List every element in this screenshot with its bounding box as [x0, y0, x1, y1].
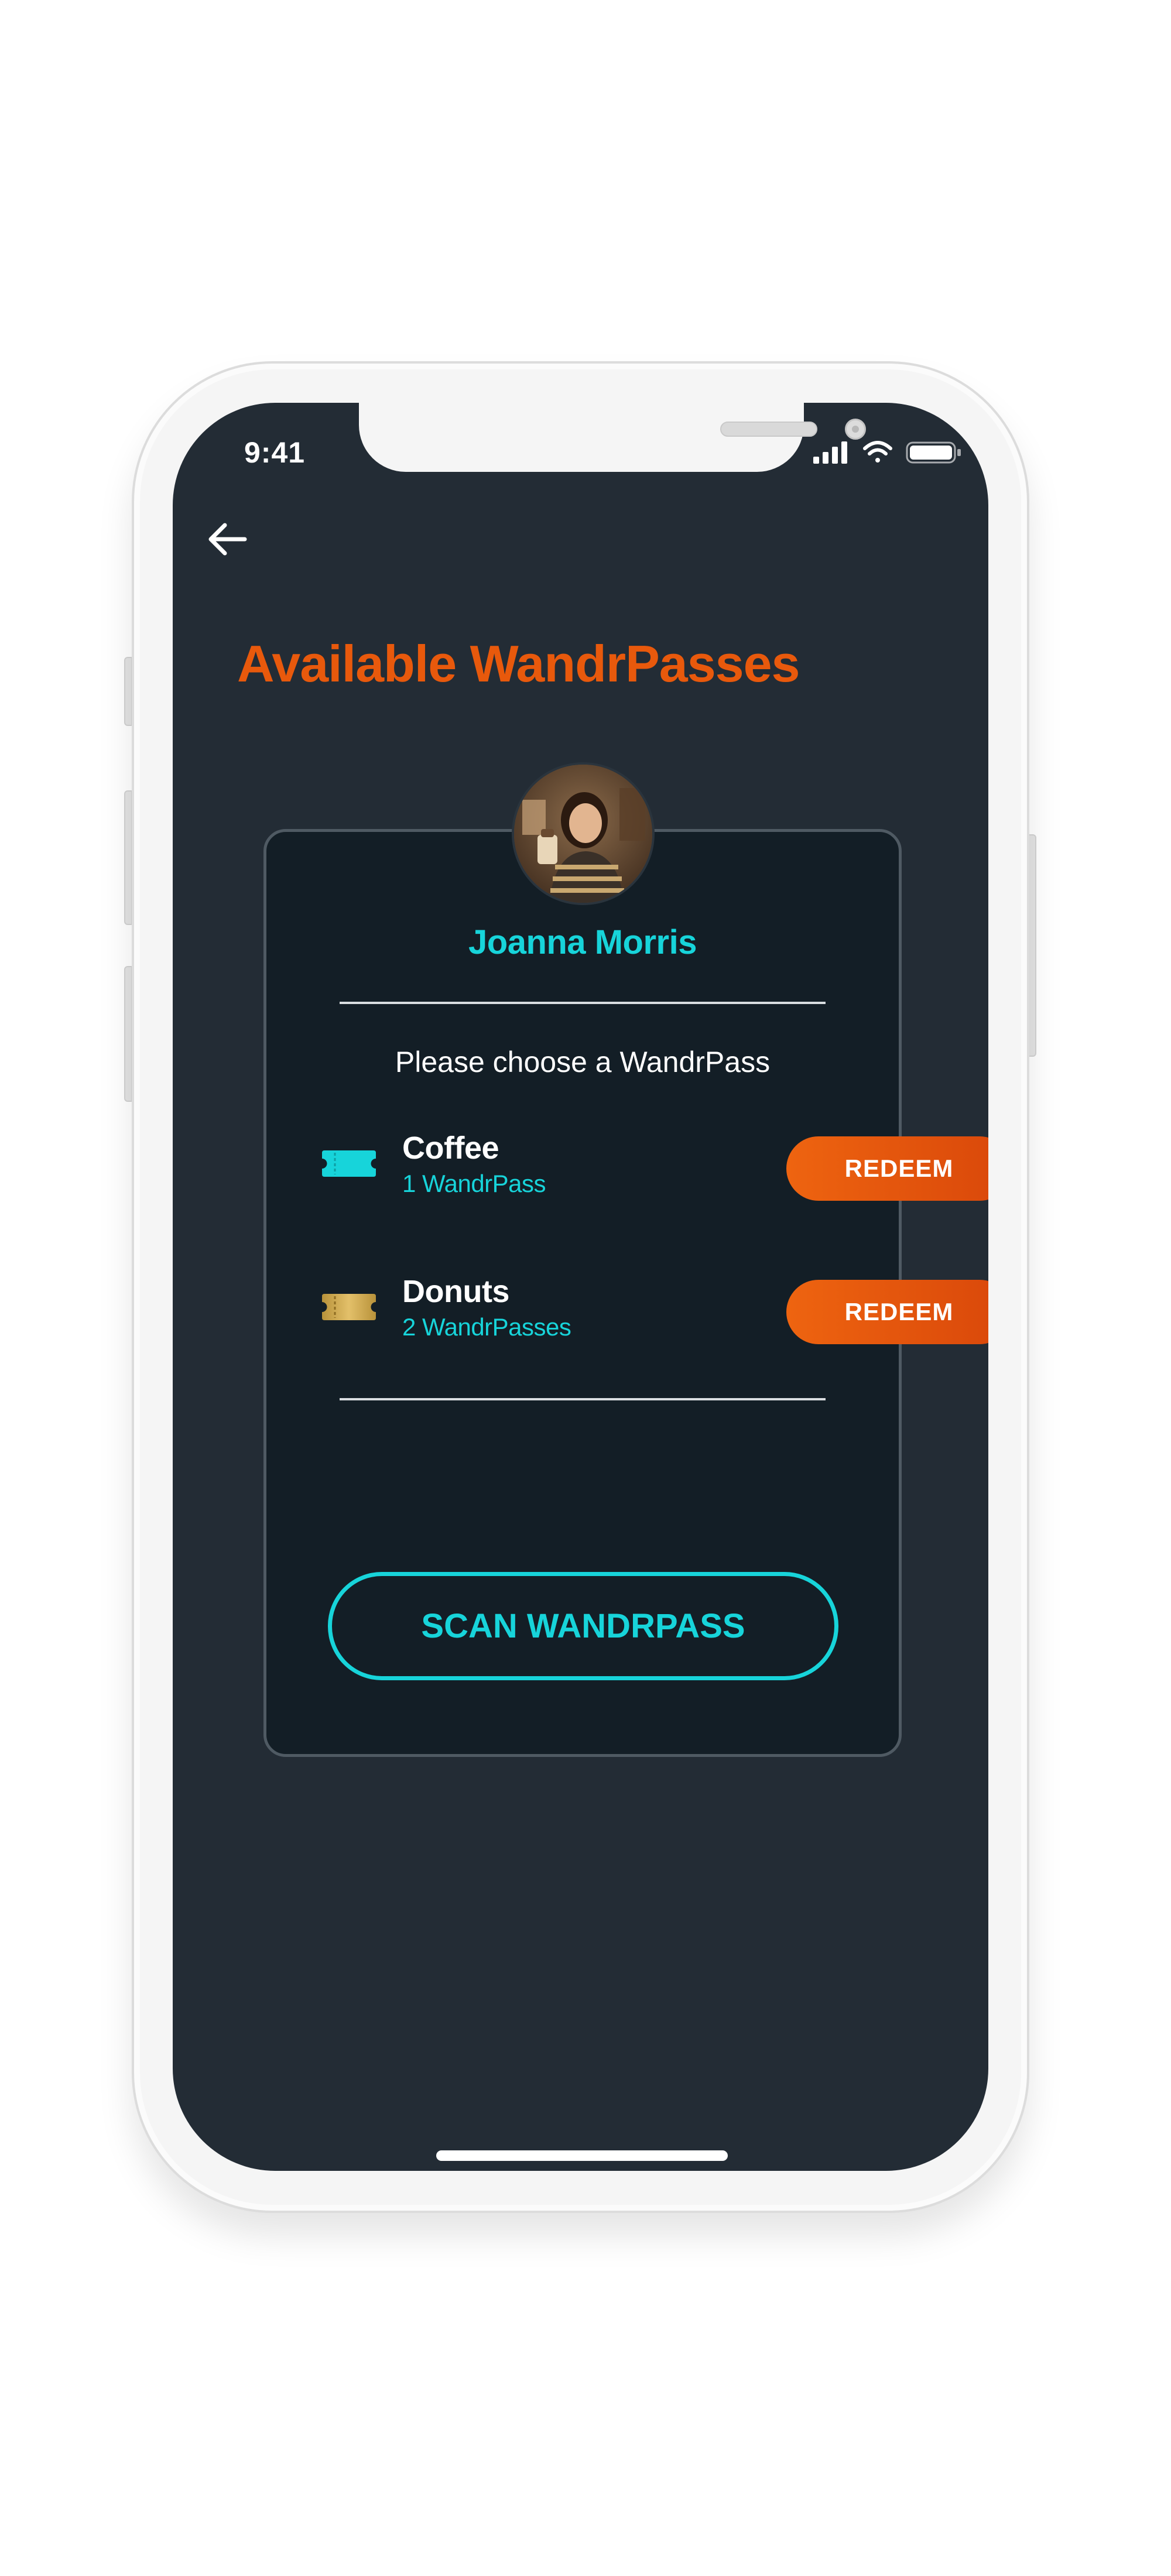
- pass-row-coffee: Coffee 1 WandrPass REDEEM: [322, 1130, 988, 1201]
- ticket-icon: [322, 1150, 376, 1177]
- status-icons: [813, 439, 965, 465]
- notch: [359, 403, 866, 472]
- wifi-icon: [863, 441, 892, 463]
- pass-count: 2 WandrPasses: [402, 1313, 571, 1341]
- pass-row-donuts: Donuts 2 WandrPasses REDEEM: [322, 1273, 988, 1344]
- battery-icon: [906, 441, 961, 464]
- divider: [340, 1002, 826, 1004]
- phone-screen: 9:41 Available WandrPasses Joanna Morris…: [173, 403, 988, 2171]
- back-button[interactable]: [201, 513, 254, 566]
- volume-down-button: [124, 966, 132, 1102]
- pass-name: Coffee: [402, 1131, 499, 1166]
- power-button: [1028, 834, 1036, 1057]
- redeem-button-donuts[interactable]: REDEEM: [786, 1280, 988, 1344]
- front-camera: [845, 419, 866, 440]
- choose-pass-prompt: Please choose a WandrPass: [395, 1046, 771, 1078]
- user-name: Joanna Morris: [468, 923, 697, 961]
- earpiece-speaker: [720, 422, 817, 437]
- avatar: [514, 765, 652, 903]
- status-icons-svg: [813, 441, 961, 464]
- status-time: 9:41: [244, 436, 306, 469]
- redeem-button-coffee[interactable]: REDEEM: [786, 1136, 988, 1201]
- ticket-icon: [322, 1294, 376, 1320]
- avatar-photo: [514, 765, 652, 903]
- volume-up-button: [124, 790, 132, 925]
- device-mockup: 9:41 Available WandrPasses Joanna Morris…: [0, 0, 1171, 2576]
- arrow-left-icon: [208, 523, 247, 556]
- mute-switch: [124, 657, 132, 726]
- cellular-signal-icon: [813, 441, 847, 464]
- divider: [340, 1398, 826, 1400]
- pass-name: Donuts: [402, 1274, 509, 1309]
- pass-count: 1 WandrPass: [402, 1170, 546, 1197]
- home-indicator[interactable]: [436, 2150, 728, 2161]
- page-title: Available WandrPasses: [237, 635, 800, 693]
- scan-wandrpass-button[interactable]: SCAN WANDRPASS: [328, 1572, 838, 1680]
